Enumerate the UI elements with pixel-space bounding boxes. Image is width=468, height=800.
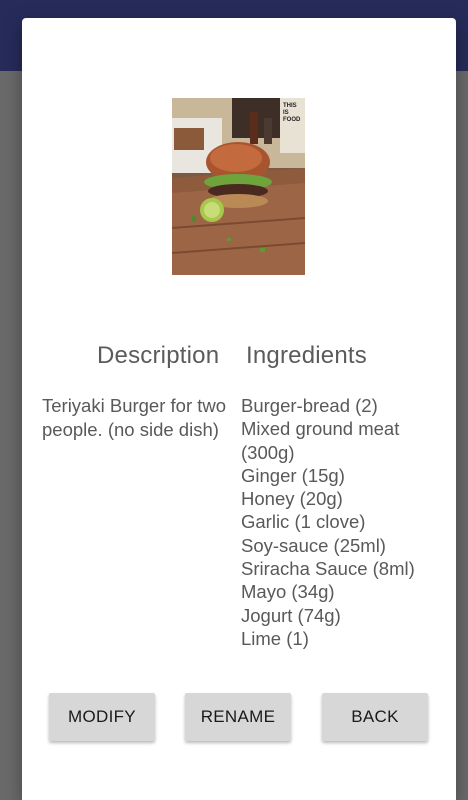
svg-text:THIS: THIS <box>283 103 297 109</box>
ingredients-heading: Ingredients <box>246 342 367 369</box>
list-item: Jogurt (74g) <box>241 604 341 626</box>
burger-image: THIS IS FOOD <box>172 98 305 275</box>
list-item: Mayo (34g) <box>241 581 335 603</box>
svg-text:FOOD: FOOD <box>283 117 301 123</box>
svg-text:IS: IS <box>283 110 289 116</box>
rename-button[interactable]: RENAME <box>185 693 291 741</box>
ingredients-list[interactable]: Burger-bread (2) Mixed ground meat (300g… <box>241 394 446 656</box>
list-item: Sriracha Sauce (8ml) <box>241 558 415 580</box>
description-text: Teriyaki Burger for two people. (no side… <box>42 395 227 440</box>
recipe-photo: THIS IS FOOD <box>172 98 305 275</box>
list-item: Honey (20g) <box>241 488 343 510</box>
list-item: Lime (1) <box>241 627 309 649</box>
list-item: Burger-bread (2) <box>241 395 378 416</box>
list-item: Ginger (15g) <box>241 464 345 486</box>
list-item: Soy-sauce (25ml) <box>241 534 386 556</box>
modify-button[interactable]: MODIFY <box>49 693 155 741</box>
back-button[interactable]: BACK <box>322 693 428 741</box>
recipe-dialog: THIS IS FOOD Description Ingredients Ter… <box>22 18 456 800</box>
description-heading: Description <box>97 342 220 369</box>
list-item: Mixed ground meat (300g) <box>241 418 400 463</box>
list-item: Garlic (1 clove) <box>241 511 366 533</box>
